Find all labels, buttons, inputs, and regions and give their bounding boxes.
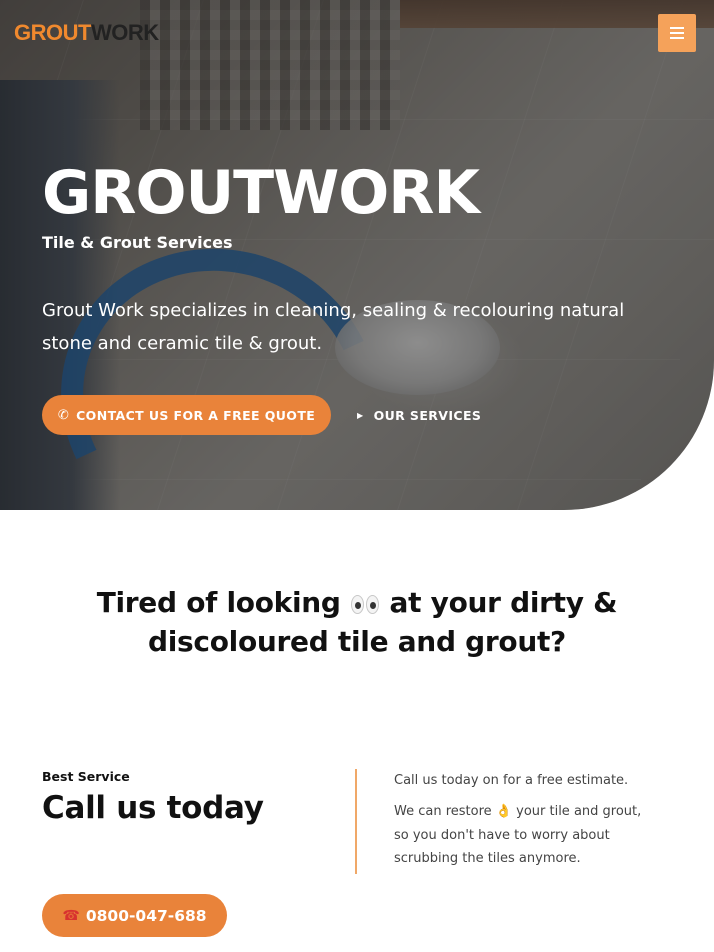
phone-number: 0800-047-688: [85, 906, 207, 925]
ok-hand-icon: 👌: [495, 804, 512, 819]
call-copy-restore: We can restore 👌 your tile and grout, so…: [394, 800, 654, 871]
hero-subtitle: Tile & Grout Services: [42, 233, 233, 252]
call-title: Call us today: [42, 790, 264, 826]
contact-quote-button[interactable]: ✆ CONTACT US FOR A FREE QUOTE: [42, 395, 331, 435]
contact-quote-label: CONTACT US FOR A FREE QUOTE: [76, 407, 316, 423]
headline-part1: Tired of looking: [96, 586, 341, 619]
call-eyebrow: Best Service: [42, 769, 130, 784]
hamburger-icon-bar: [670, 37, 684, 39]
logo-part-grout: GROUT: [14, 20, 91, 45]
menu-button[interactable]: [658, 14, 696, 52]
caret-right-icon: ▶: [357, 410, 364, 420]
call-copy-restore-a: We can restore: [394, 804, 492, 819]
vertical-divider: [355, 769, 357, 874]
our-services-label: OUR SERVICES: [373, 407, 482, 423]
our-services-link[interactable]: ▶ OUR SERVICES: [357, 404, 481, 426]
site-logo[interactable]: GROUTWORK: [14, 20, 159, 46]
phone-icon: ✆: [57, 407, 70, 423]
hero-title: GROUTWORK: [42, 158, 480, 228]
call-copy-estimate: Call us today on for a free estimate.: [394, 773, 629, 788]
eyes-icon: [350, 586, 380, 623]
telephone-icon: ☎: [62, 907, 80, 924]
hero-description: Grout Work specializes in cleaning, seal…: [42, 300, 625, 354]
hamburger-icon-bar: [670, 32, 684, 34]
section-headline: Tired of looking at your dirty & discolo…: [57, 584, 657, 660]
logo-part-work: WORK: [90, 20, 159, 45]
hamburger-icon-bar: [670, 27, 684, 29]
phone-call-button[interactable]: ☎ 0800-047-688: [42, 894, 227, 937]
